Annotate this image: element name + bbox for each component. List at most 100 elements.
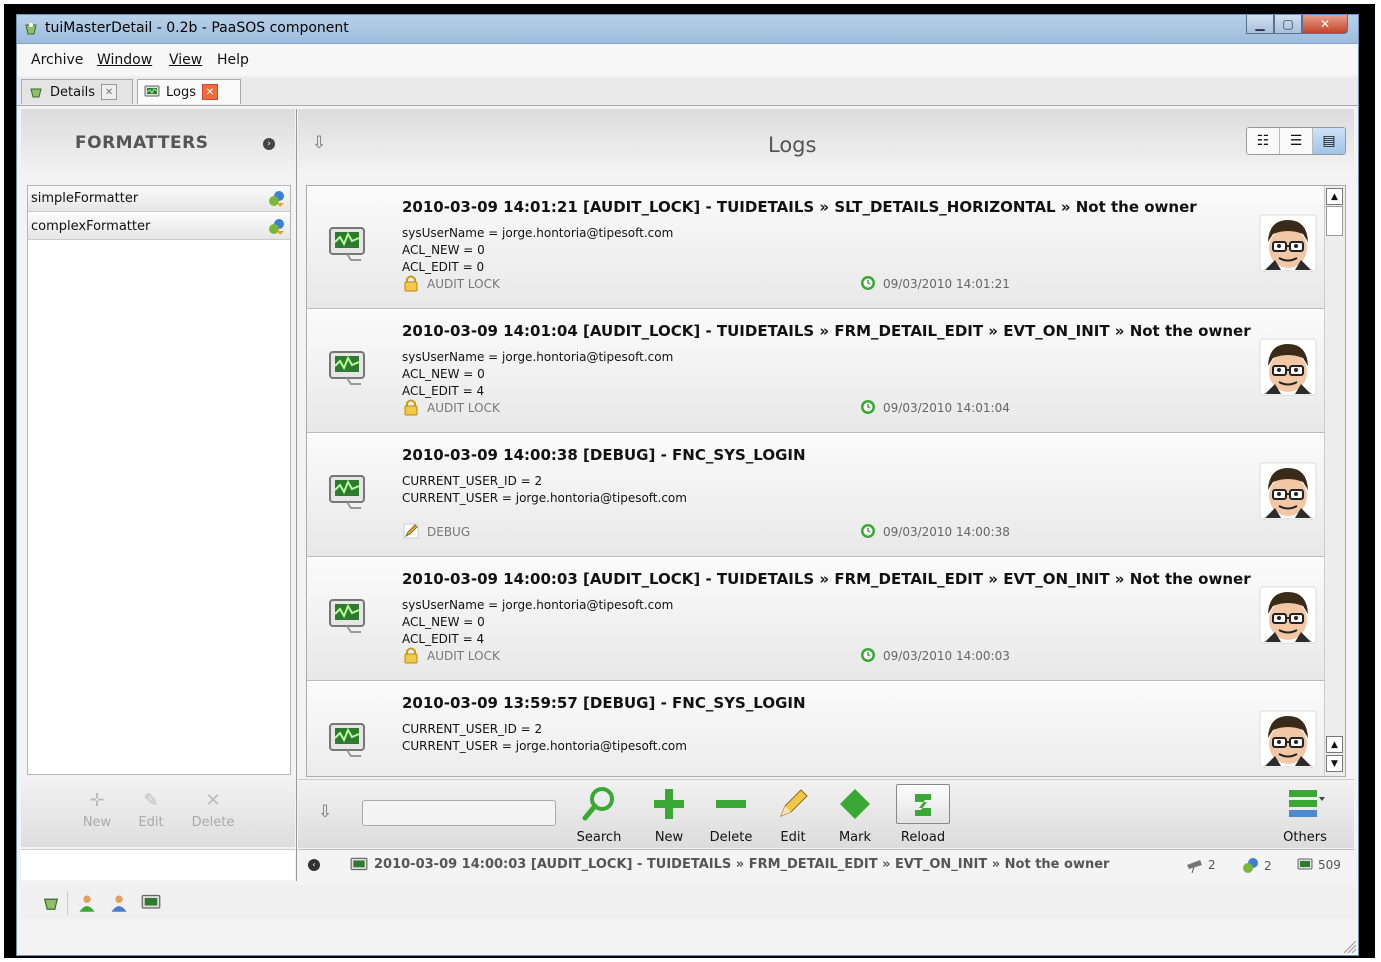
tiles-view-icon[interactable]: ▤ [1313,128,1345,154]
monitor-icon [327,594,369,636]
delete-button[interactable]: Delete [700,784,762,845]
minus-icon [716,800,746,808]
app-icon[interactable] [41,893,61,913]
log-entry[interactable]: 2010-03-09 13:59:57 [DEBUG] - FNC_SYS_LO… [307,682,1325,776]
log-entry-title: 2010-03-09 14:01:04 [AUDIT_LOCK] - TUIDE… [402,322,1251,340]
formatter-icon [269,219,284,235]
status-expand-icon[interactable]: ‹ [308,859,320,871]
log-entry-line: sysUserName = jorge.hontoria@tipesoft.co… [402,350,674,364]
log-entry-type: AUDIT LOCK [427,277,500,291]
details-icon [30,88,42,98]
log-entry-line: ACL_EDIT = 4 [402,384,485,398]
collapse-down-icon[interactable]: ⇩ [318,802,332,822]
status-count-c: 509 [1296,857,1341,873]
formatter-label: simpleFormatter [31,191,139,206]
user-avatar[interactable] [1259,338,1317,396]
diamond-icon [840,789,870,819]
app-icon [25,23,37,35]
menu-help[interactable]: Help [217,52,249,68]
users-icon[interactable] [77,893,97,913]
scroll-up-icon[interactable]: ▲ [1326,736,1343,753]
plus-icon: ✛ [89,790,105,811]
log-entry-line: CURRENT_USER_ID = 2 [402,722,543,736]
menu-archive[interactable]: Archive [31,52,83,68]
search-input[interactable] [362,800,556,826]
user-icon[interactable] [109,893,129,913]
user-avatar[interactable] [1259,214,1317,272]
menu-bar: Archive Window View Help [17,45,1358,75]
log-entry-line: ACL_EDIT = 0 [402,260,485,274]
monitor-icon [1297,858,1313,870]
logs-toolbar: ⇩ Search New Delete Edit Mark Reload Oth… [298,779,1354,848]
user-avatar[interactable] [1259,586,1317,644]
formatter-new-button[interactable]: ✛ New [67,787,127,830]
title-bar[interactable]: tuiMasterDetail - 0.2b - PaaSOS componen… [17,15,1358,44]
view-mode-switch: ☷ ☰ ▤ [1246,127,1346,155]
formatter-edit-label: Edit [138,815,164,830]
scroll-down-icon[interactable]: ▼ [1326,755,1343,772]
edit-label: Edit [780,830,806,845]
reload-icon [915,794,931,816]
search-button[interactable]: Search [568,784,630,845]
stack-icon [1289,790,1325,817]
tab-logs-close-icon[interactable]: ✕ [202,84,218,100]
formatter-edit-button[interactable]: ✎ Edit [121,787,181,830]
mark-button[interactable]: Mark [824,784,886,845]
status-count-a-value: 2 [1208,858,1216,872]
maximize-button[interactable]: ▢ [1274,15,1302,34]
log-entry[interactable]: 2010-03-09 14:01:04 [AUDIT_LOCK] - TUIDE… [307,310,1325,433]
clock-icon [860,399,876,415]
scroll-up-icon[interactable]: ▲ [1326,188,1343,205]
formatter-item-simple[interactable]: simpleFormatter [28,186,290,212]
collapse-pane-icon[interactable]: › [263,138,275,150]
minimize-button[interactable]: ▁ [1246,15,1274,34]
tab-details-close-icon[interactable]: ✕ [101,84,118,100]
tab-details-label: Details [50,84,96,100]
search-label: Search [576,830,622,845]
detail-view-icon[interactable]: ☷ [1247,128,1280,154]
scroll-thumb[interactable] [1326,206,1343,236]
list-view-icon[interactable]: ☰ [1280,128,1313,154]
log-entry-line: CURRENT_USER = jorge.hontoria@tipesoft.c… [402,739,687,753]
reload-label: Reload [900,830,946,845]
window-controls: ▁ ▢ ✕ [1246,15,1348,35]
log-entry-timestamp: 09/03/2010 14:01:04 [883,401,1010,415]
formatter-delete-button[interactable]: ✕ Delete [183,787,243,830]
logs-title: Logs [768,133,817,157]
user-avatar[interactable] [1259,462,1317,520]
log-entry-title: 2010-03-09 14:00:38 [DEBUG] - FNC_SYS_LO… [402,446,806,464]
monitor-icon[interactable] [141,893,161,913]
log-entry[interactable]: 2010-03-09 14:00:03 [AUDIT_LOCK] - TUIDE… [307,558,1325,681]
log-entry-title: 2010-03-09 14:01:21 [AUDIT_LOCK] - TUIDE… [402,198,1197,216]
menu-view[interactable]: View [169,52,202,68]
logs-header: ⇩ Logs ☷ ☰ ▤ [298,109,1354,179]
resize-grip-icon[interactable] [1344,941,1356,953]
log-entry[interactable]: 2010-03-09 14:00:38 [DEBUG] - FNC_SYS_LO… [307,434,1325,557]
close-window-button[interactable]: ✕ [1302,15,1348,34]
edit-button[interactable]: Edit [762,784,824,845]
menu-window[interactable]: Window [97,52,152,68]
log-entry-type: AUDIT LOCK [427,401,500,415]
collapse-down-icon[interactable]: ⇩ [312,133,326,153]
log-entry[interactable]: 2010-03-09 14:01:21 [AUDIT_LOCK] - TUIDE… [307,186,1325,309]
log-entry-line: ACL_NEW = 0 [402,367,485,381]
pane-divider[interactable] [296,109,297,881]
new-label: New [654,830,684,845]
new-button[interactable]: New [638,784,700,845]
pencil-icon [402,522,420,540]
formatter-icon [269,191,284,207]
log-scrollbar[interactable]: ▲ ▲ ▼ [1324,186,1345,776]
reload-button[interactable]: Reload [892,784,954,845]
delete-icon: ✕ [205,790,221,811]
pencil-icon: ✎ [143,790,159,811]
formatter-item-complex[interactable]: complexFormatter [28,214,290,240]
status-count-a: 2 [1186,857,1216,873]
search-icon [582,787,614,821]
mark-label: Mark [838,830,872,845]
delete-label: Delete [709,830,753,845]
user-avatar[interactable] [1259,710,1317,768]
tab-logs[interactable]: Logs ✕ [137,79,241,104]
log-entry-line: ACL_EDIT = 4 [402,632,485,646]
tab-details[interactable]: Details ✕ [21,79,133,104]
others-button[interactable]: Others [1274,784,1336,845]
